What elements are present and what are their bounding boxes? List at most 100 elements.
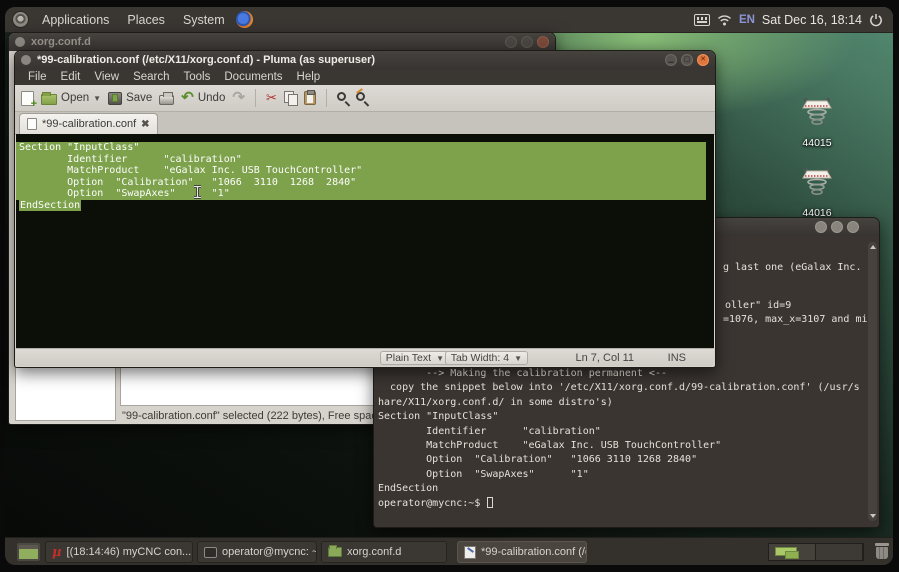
menu-system[interactable]: System — [174, 7, 234, 33]
scroll-up-icon[interactable] — [870, 245, 876, 249]
pluma-tabbar: *99-calibration.conf ✖ — [15, 112, 715, 135]
menu-help[interactable]: Help — [290, 71, 328, 83]
pluma-titlebar[interactable]: *99-calibration.conf (/etc/X11/xorg.conf… — [15, 51, 715, 69]
redo-button[interactable]: ↷ — [232, 91, 245, 105]
new-document-icon — [21, 91, 34, 106]
redo-icon: ↷ — [232, 91, 245, 105]
task-pluma[interactable]: *99-calibration.conf (/e... — [457, 541, 587, 563]
maximize-button[interactable] — [831, 221, 843, 233]
menu-edit[interactable]: Edit — [54, 71, 88, 83]
task-terminal[interactable]: operator@mycnc: ~ — [197, 541, 317, 563]
save-icon — [108, 92, 122, 105]
paste-button[interactable] — [304, 91, 316, 105]
workspace-switcher[interactable] — [768, 543, 864, 561]
pluma-title: *99-calibration.conf (/etc/X11/xorg.conf… — [37, 54, 375, 66]
minimize-button[interactable] — [815, 221, 827, 233]
editor-text-area[interactable]: Section "InputClass" Identifier "calibra… — [16, 134, 714, 348]
desktop-icon-44015[interactable]: 44015 — [785, 96, 849, 149]
minimize-button[interactable] — [505, 36, 517, 48]
menu-view[interactable]: View — [87, 71, 126, 83]
open-button[interactable]: Open ▼ — [41, 91, 101, 105]
wifi-icon[interactable] — [717, 14, 732, 26]
menu-tools[interactable]: Tools — [177, 71, 218, 83]
cut-button[interactable]: ✂ — [266, 91, 277, 105]
power-icon[interactable] — [869, 13, 883, 27]
find-button[interactable] — [337, 92, 349, 104]
close-button[interactable] — [847, 221, 859, 233]
firefox-icon[interactable] — [236, 11, 253, 28]
print-icon — [159, 95, 174, 105]
top-panel: Applications Places System EN Sat Dec 16… — [5, 7, 893, 33]
print-button[interactable] — [159, 91, 174, 105]
task-label: [(18:14:46) myCNC con... — [67, 546, 192, 558]
toolbar-separator — [255, 89, 256, 107]
device-icon — [797, 96, 837, 130]
task-label: xorg.conf.d — [347, 546, 401, 558]
task-label: operator@mycnc: ~ — [222, 546, 317, 558]
file-manager-statusbar: "99-calibration.conf" selected (222 byte… — [122, 410, 395, 422]
scissors-icon: ✂ — [266, 91, 277, 105]
distro-menu-icon[interactable] — [12, 11, 29, 28]
folder-icon — [328, 547, 342, 557]
copy-icon — [284, 91, 297, 105]
document-tab[interactable]: *99-calibration.conf ✖ — [19, 113, 158, 134]
editor-line: EndSection — [16, 200, 706, 212]
copy-button[interactable] — [284, 91, 297, 105]
show-desktop-button[interactable] — [17, 543, 40, 561]
save-button[interactable]: Save — [108, 92, 152, 105]
pluma-window: *99-calibration.conf (/etc/X11/xorg.conf… — [14, 50, 716, 368]
desktop-icon-44016[interactable]: 44016 — [785, 166, 849, 219]
search-replace-icon — [356, 92, 365, 101]
file-manager-titlebar[interactable]: xorg.conf.d — [9, 33, 555, 51]
maximize-button[interactable]: ▢ — [681, 54, 693, 66]
terminal-line: --> Making the calibration permanent <-- — [378, 367, 860, 381]
language-combo-label: Plain Text — [386, 352, 431, 364]
pluma-toolbar: Open ▼ Save ↶ Undo ↷ ✂ — [15, 85, 715, 112]
terminal-prompt-line: operator@mycnc:~$ — [378, 497, 860, 511]
desktop-icon-label: 44015 — [785, 137, 849, 149]
language-combo[interactable]: Plain Text ▼ — [380, 351, 450, 365]
task-file-manager[interactable]: xorg.conf.d — [321, 541, 447, 563]
paste-icon — [304, 91, 316, 105]
workspace-2[interactable] — [816, 544, 863, 560]
scroll-down-icon[interactable] — [870, 514, 876, 518]
menu-places[interactable]: Places — [118, 7, 174, 33]
pluma-menubar: File Edit View Search Tools Documents He… — [15, 69, 715, 85]
close-button[interactable]: ✕ — [697, 54, 709, 66]
chevron-down-icon: ▼ — [514, 354, 522, 363]
new-document-button[interactable] — [21, 91, 34, 106]
save-label: Save — [126, 92, 152, 104]
document-icon — [27, 118, 37, 130]
editor-line: Option "SwapAxes" "1" — [16, 188, 706, 200]
tab-close-icon[interactable]: ✖ — [141, 119, 149, 130]
clock[interactable]: Sat Dec 16, 18:14 — [762, 13, 862, 27]
tab-width-combo[interactable]: Tab Width: 4 ▼ — [445, 351, 528, 365]
editor-line: Option "Calibration" "1066 3110 1268 284… — [16, 177, 706, 189]
task-label: *99-calibration.conf (/e... — [481, 546, 587, 558]
tab-width-label: Tab Width: 4 — [451, 352, 509, 364]
trash-icon[interactable] — [874, 543, 890, 560]
undo-button[interactable]: ↶ Undo — [181, 91, 225, 105]
open-label: Open — [61, 92, 89, 104]
task-mycnc[interactable]: µ [(18:14:46) myCNC con... — [45, 541, 193, 563]
chevron-down-icon: ▼ — [436, 354, 444, 363]
taskbar: µ [(18:14:46) myCNC con... operator@mycn… — [5, 537, 893, 565]
menu-file[interactable]: File — [21, 71, 54, 83]
menu-search[interactable]: Search — [126, 71, 176, 83]
open-folder-icon — [41, 94, 57, 105]
keyboard-indicator-icon[interactable] — [694, 14, 710, 26]
language-indicator[interactable]: EN — [739, 14, 755, 26]
file-manager-title: xorg.conf.d — [31, 36, 91, 48]
maximize-button[interactable] — [521, 36, 533, 48]
search-icon — [337, 92, 346, 101]
mini-window — [785, 551, 799, 559]
menu-applications[interactable]: Applications — [33, 7, 118, 33]
workspace-1[interactable] — [769, 544, 816, 560]
replace-button[interactable] — [356, 92, 368, 104]
menu-documents[interactable]: Documents — [217, 71, 289, 83]
close-button[interactable] — [537, 36, 549, 48]
terminal-scrollbar[interactable] — [868, 242, 877, 521]
minimize-button[interactable]: ▁ — [665, 54, 677, 66]
window-icon — [15, 37, 25, 47]
terminal-line: Identifier "calibration" — [378, 425, 860, 439]
